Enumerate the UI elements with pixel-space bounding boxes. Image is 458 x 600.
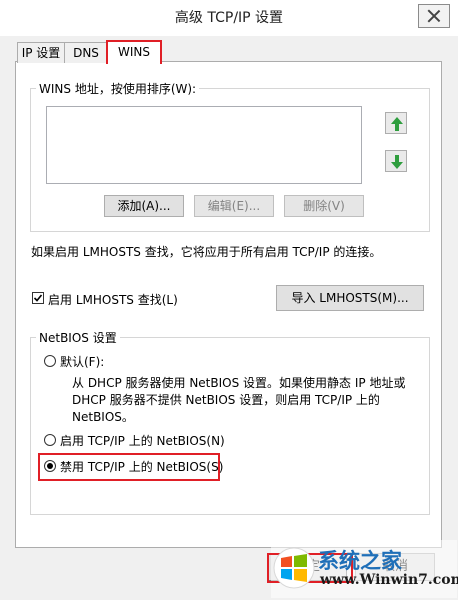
arrow-down-icon	[391, 155, 403, 169]
enable-lmhosts-checkbox[interactable]	[32, 292, 44, 304]
tab-dns[interactable]: DNS	[64, 42, 108, 63]
netbios-default-desc-line1: 从 DHCP 服务器使用 NetBIOS 设置。如果使用静态 IP 地址或	[72, 376, 406, 390]
netbios-enable-radio[interactable]	[44, 434, 56, 446]
enable-lmhosts-label[interactable]: 启用 LMHOSTS 查找(L)	[48, 291, 178, 308]
netbios-disable-label[interactable]: 禁用 TCP/IP 上的 NetBIOS(S)	[60, 458, 223, 475]
close-button[interactable]	[418, 4, 450, 28]
edit-button[interactable]: 编辑(E)...	[194, 195, 274, 217]
radio-selected-dot	[47, 463, 53, 469]
netbios-group-label: NetBIOS 设置	[36, 329, 120, 346]
netbios-disable-radio[interactable]	[44, 460, 56, 472]
watermark-brand-text: 系统之家	[318, 548, 402, 573]
window-title: 高级 TCP/IP 设置	[174, 10, 284, 26]
netbios-enable-label[interactable]: 启用 TCP/IP 上的 NetBIOS(N)	[60, 432, 225, 449]
netbios-default-desc-line3: NetBIOS。	[72, 410, 134, 424]
import-lmhosts-button[interactable]: 导入 LMHOSTS(M)...	[276, 285, 424, 311]
netbios-default-label[interactable]: 默认(F):	[60, 353, 104, 370]
add-button[interactable]: 添加(A)...	[104, 195, 184, 217]
lmhosts-info-text: 如果启用 LMHOSTS 查找，它将应用于所有启用 TCP/IP 的连接。	[31, 245, 382, 259]
tab-wins[interactable]: WINS	[106, 40, 162, 64]
remove-button[interactable]: 删除(V)	[284, 195, 364, 217]
wins-address-list[interactable]	[46, 106, 362, 184]
wins-group-label: WINS 地址，按使用排序(W):	[36, 80, 200, 97]
windows-logo-icon	[273, 547, 315, 589]
move-up-button[interactable]	[385, 112, 407, 134]
netbios-default-desc-line2: DHCP 服务器不提供 NetBIOS 设置，则启用 TCP/IP 上的	[72, 393, 380, 407]
arrow-up-icon	[391, 117, 403, 131]
tab-ip-settings[interactable]: IP 设置	[17, 42, 65, 63]
move-down-button[interactable]	[385, 150, 407, 172]
checkmark-icon	[33, 294, 43, 302]
netbios-default-radio[interactable]	[44, 355, 56, 367]
watermark-url-text: www.Winwin7.com	[320, 572, 458, 588]
